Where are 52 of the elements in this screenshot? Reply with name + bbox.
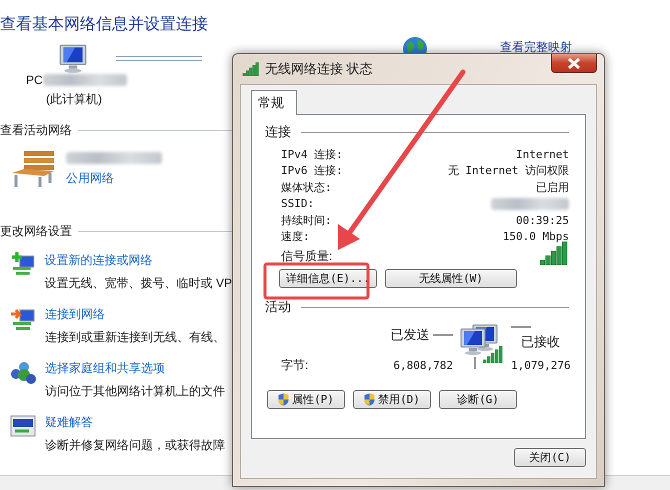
task-description: 访问位于其他网络计算机上的文件 bbox=[45, 383, 225, 400]
network-add-icon bbox=[10, 252, 36, 278]
dialog-button[interactable]: 详细信息(E)... bbox=[279, 269, 377, 288]
task-link[interactable]: 连接到网络 bbox=[45, 306, 225, 323]
dialog-button[interactable]: 禁用(D) bbox=[353, 390, 431, 409]
signal-icon bbox=[242, 62, 260, 76]
row-label: IPv6 连接: bbox=[281, 163, 343, 178]
row-label: IPv4 连接: bbox=[281, 146, 343, 162]
row-label: 媒体状态: bbox=[281, 180, 332, 195]
signal-strength-icon bbox=[539, 241, 569, 265]
computer-name: PC bbox=[26, 73, 43, 87]
shield-icon bbox=[278, 393, 290, 406]
shield-icon bbox=[364, 393, 376, 406]
task-description: 诊断并修复网络问题，或获得故障 bbox=[45, 437, 225, 454]
close-button[interactable] bbox=[551, 54, 597, 73]
task-description: 连接到或重新连接到无线、有线、 bbox=[45, 329, 225, 346]
task-link[interactable]: 疑难解答 bbox=[45, 414, 225, 431]
computer-caption: (此计算机) bbox=[46, 91, 102, 108]
bytes-received: 1,079,276 bbox=[511, 359, 571, 372]
dialog-button[interactable]: 无线属性(W) bbox=[385, 269, 517, 288]
received-label: 已接收 bbox=[521, 334, 560, 349]
page-title: 查看基本网络信息并设置连接 bbox=[0, 14, 209, 35]
group-heading: 连接 bbox=[265, 123, 291, 141]
row-label: 信号质量: bbox=[281, 248, 332, 265]
row-label: SSID: bbox=[281, 197, 314, 210]
close-dialog-button[interactable]: 关闭(C) bbox=[514, 448, 586, 467]
row-value: Internet bbox=[516, 148, 569, 161]
row-value: 150.0 Mbps bbox=[502, 230, 569, 244]
row-value: 00:39:25 bbox=[516, 214, 569, 227]
row-label: 持续时间: bbox=[281, 212, 332, 228]
dialog-button[interactable]: 诊断(G) bbox=[439, 390, 517, 409]
tab[interactable]: 常规 bbox=[251, 90, 297, 115]
dialog-title: 无线网络连接 状态 bbox=[265, 60, 374, 78]
row-label: 速度: bbox=[281, 229, 310, 244]
row-value: 已启用 bbox=[536, 180, 569, 195]
sent-label: 已发送 bbox=[390, 326, 430, 342]
group-heading: 活动 bbox=[265, 298, 291, 316]
homegroup-icon bbox=[10, 360, 36, 386]
bytes-sent: 6,808,782 bbox=[392, 359, 453, 372]
network-connect-icon bbox=[10, 306, 36, 332]
bytes-label: 字节: bbox=[281, 357, 308, 374]
troubleshoot-icon bbox=[10, 414, 36, 438]
full-map-link[interactable]: 查看完整映射 bbox=[500, 38, 572, 56]
task-link[interactable]: 选择家庭组和共享选项 bbox=[45, 360, 225, 377]
section-heading: 更改网络设置 bbox=[0, 223, 72, 240]
task-link[interactable]: 设置新的连接或网络 bbox=[44, 252, 232, 269]
dialog-button[interactable]: 属性(P) bbox=[267, 390, 345, 409]
close-icon bbox=[567, 58, 581, 68]
row-value: 无 Internet 访问权限 bbox=[448, 163, 569, 178]
network-type-link[interactable]: 公用网络 bbox=[66, 170, 162, 186]
task-description: 设置无线、宽带、拨号、临时或 VP bbox=[44, 275, 232, 292]
section-heading: 查看活动网络 bbox=[0, 122, 72, 139]
